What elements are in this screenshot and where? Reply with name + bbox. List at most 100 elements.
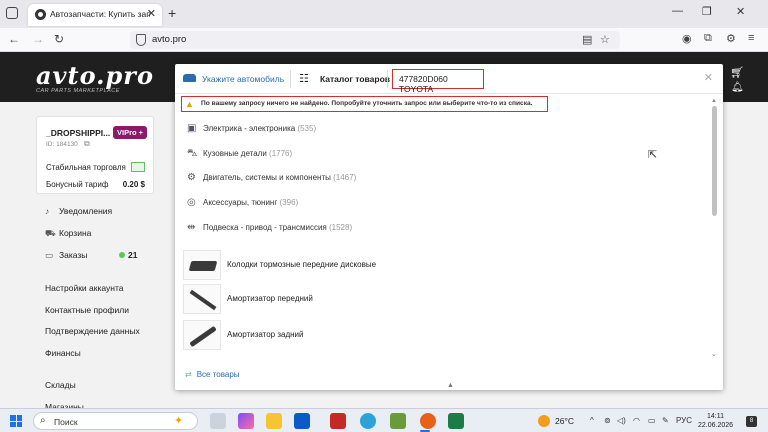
wifi-icon[interactable]: ◠ (633, 416, 640, 425)
back-icon[interactable]: ← (8, 32, 20, 46)
select-car-button[interactable]: Укажите автомобиль (202, 74, 284, 84)
scroll-thumb[interactable] (712, 106, 717, 216)
suspension-icon: ⇹ (187, 222, 196, 233)
product-item[interactable]: Амортизатор задний (183, 320, 683, 350)
weather-temperature[interactable]: 26°C (555, 416, 574, 426)
header-cart-icon[interactable]: 🛒︎ (730, 66, 744, 79)
scroll-down-icon[interactable]: ⌄ (711, 350, 717, 358)
external-link-icon[interactable]: ⧉ (84, 139, 90, 149)
reader-view-icon[interactable]: ▤ (582, 33, 592, 46)
product-thumbnail (183, 320, 221, 350)
url-text: avto.pro (152, 34, 187, 45)
bonus-value: 0.20 $ (122, 180, 145, 189)
bookmark-star-icon[interactable]: ☆ (600, 33, 610, 46)
username[interactable]: _DROPSHIPPI... (46, 128, 110, 138)
header-bell-icon[interactable]: 🔔︎ (731, 82, 744, 93)
window-close-icon[interactable]: ✕ (736, 5, 745, 18)
taskbar-search[interactable]: ⌕ Поиск ✦ (33, 412, 198, 430)
orders-status-dot (119, 252, 125, 258)
catalog-button[interactable]: Каталог товаров (320, 74, 390, 84)
forward-icon[interactable]: → (32, 32, 44, 46)
file-explorer-icon[interactable] (266, 413, 282, 429)
firefox-icon[interactable] (420, 413, 436, 429)
link-contact-profiles[interactable]: Контактные профили (45, 305, 129, 315)
clock-date: 22.06.2026 (698, 422, 734, 429)
close-tab-icon[interactable]: ✕ (147, 7, 156, 20)
not-found-alert: ▲ По вашему запросу ничего не найдено. П… (181, 96, 548, 112)
telegram-icon[interactable] (360, 413, 376, 429)
orders-count: 21 (128, 250, 138, 260)
notification-badge[interactable]: 8 (746, 416, 757, 427)
product-name: Амортизатор передний (227, 294, 313, 303)
tab-overview-icon[interactable] (6, 7, 18, 19)
network-icon[interactable]: ⊚ (604, 416, 611, 425)
body-icon: ⛍ (187, 148, 198, 159)
accessory-icon: ◎ (187, 197, 196, 208)
reload-icon[interactable]: ↻ (54, 32, 64, 46)
minimize-icon[interactable]: — (672, 5, 683, 17)
site-logo[interactable]: avto.pro (36, 61, 154, 90)
weather-sun-icon[interactable] (538, 415, 550, 427)
engine-icon: ⚙ (187, 172, 196, 183)
bonus-label: Бонусный тариф (46, 180, 109, 189)
extensions-icon[interactable]: ⧉ (704, 32, 712, 45)
copilot-icon[interactable] (238, 413, 254, 429)
link-finances[interactable]: Финансы (45, 348, 81, 358)
settings-gear-icon[interactable]: ⚙ (726, 32, 736, 45)
product-thumbnail (183, 284, 221, 314)
electric-icon: ▣ (187, 123, 197, 134)
new-tab-icon[interactable]: + (168, 5, 176, 21)
browser-tab[interactable]: Автозапчасти: Купить запчасти ✕ (28, 4, 162, 26)
outlook-icon[interactable] (294, 413, 310, 429)
address-bar[interactable]: avto.pro ▤ ☆ (130, 31, 620, 49)
results-scrollbar[interactable]: ▲ ⌄ (711, 98, 719, 360)
orders-icon: ▭ (45, 250, 54, 260)
clock[interactable]: 14:11 22.06.2026 (698, 412, 733, 430)
browser-nav-bar: ← → ↻ avto.pro ▤ ☆ ◉ ⧉ ⚙ ≡ (0, 28, 768, 52)
restore-icon[interactable]: ❐ (702, 5, 712, 18)
link-warehouses[interactable]: Склады (45, 380, 76, 390)
product-item[interactable]: Амортизатор передний (183, 284, 683, 314)
catalog-icon: ☷ (299, 73, 309, 85)
trade-chart-icon (131, 162, 145, 172)
vip-badge[interactable]: VIPro + (113, 126, 148, 139)
category-item[interactable]: ⇹ Подвеска - привод - трансмиссия (1528) (187, 222, 352, 233)
link-account-settings[interactable]: Настройки аккаунта (45, 283, 124, 293)
pen-icon[interactable]: ✎ (662, 416, 669, 425)
all-goods-link[interactable]: ⇄ Все товары (185, 370, 240, 379)
warning-icon: ▲ (185, 99, 194, 109)
browser-tab-bar: Автозапчасти: Купить запчасти ✕ + — ❐ ✕ (0, 0, 768, 28)
excel-icon[interactable] (448, 413, 464, 429)
collapse-caret-icon[interactable]: ▲ (447, 382, 454, 389)
product-name: Колодки тормозные передние дисковые (227, 260, 377, 269)
sidebar-item-orders[interactable]: ▭ Заказы (45, 250, 87, 261)
cart-icon: ⛟ (45, 228, 56, 238)
language-indicator[interactable]: РУС (676, 416, 692, 425)
account-sidebar: _DROPSHIPPI... VIPro + ID: 184130 ⧉ Стаб… (36, 116, 154, 412)
sidebar-item-cart[interactable]: ⛟ Корзина (45, 228, 91, 240)
stable-trade-label: Стабильная торговля (46, 163, 126, 172)
shield-icon[interactable] (136, 34, 146, 46)
link-data-verification[interactable]: Подтверждение данных (45, 326, 140, 336)
category-item[interactable]: ▣ Электрика - электроника (535) (187, 123, 316, 134)
category-item[interactable]: ⚙ Двигатель, системы и компоненты (1467) (187, 172, 356, 183)
site-favicon-icon (35, 9, 46, 20)
search-input[interactable]: 477820D060 TOYOTA (392, 69, 484, 94)
menu-icon[interactable]: ≡ (748, 32, 754, 44)
category-item[interactable]: ◎ Аксессуары, тюнинг (396) (187, 197, 298, 208)
all-goods-icon: ⇄ (185, 370, 192, 379)
battery-icon[interactable]: ▭ (648, 416, 656, 425)
app-icon[interactable] (390, 413, 406, 429)
close-search-icon[interactable]: ✕ (704, 71, 713, 84)
volume-icon[interactable]: ◁) (617, 416, 626, 425)
filezilla-icon[interactable] (330, 413, 346, 429)
sidebar-item-notifications[interactable]: ♪ Уведомления (45, 206, 112, 216)
task-view-icon[interactable] (210, 413, 226, 429)
category-item[interactable]: ⛍ Кузовные детали (1776) (187, 148, 292, 161)
windows-start-icon[interactable] (10, 415, 22, 427)
user-id: ID: 184130 (46, 141, 78, 148)
product-item[interactable]: Колодки тормозные передние дисковые (183, 250, 683, 280)
tray-expand-icon[interactable]: ^ (590, 416, 594, 425)
account-icon[interactable]: ◉ (682, 32, 692, 45)
scroll-up-icon[interactable]: ▲ (711, 98, 717, 104)
